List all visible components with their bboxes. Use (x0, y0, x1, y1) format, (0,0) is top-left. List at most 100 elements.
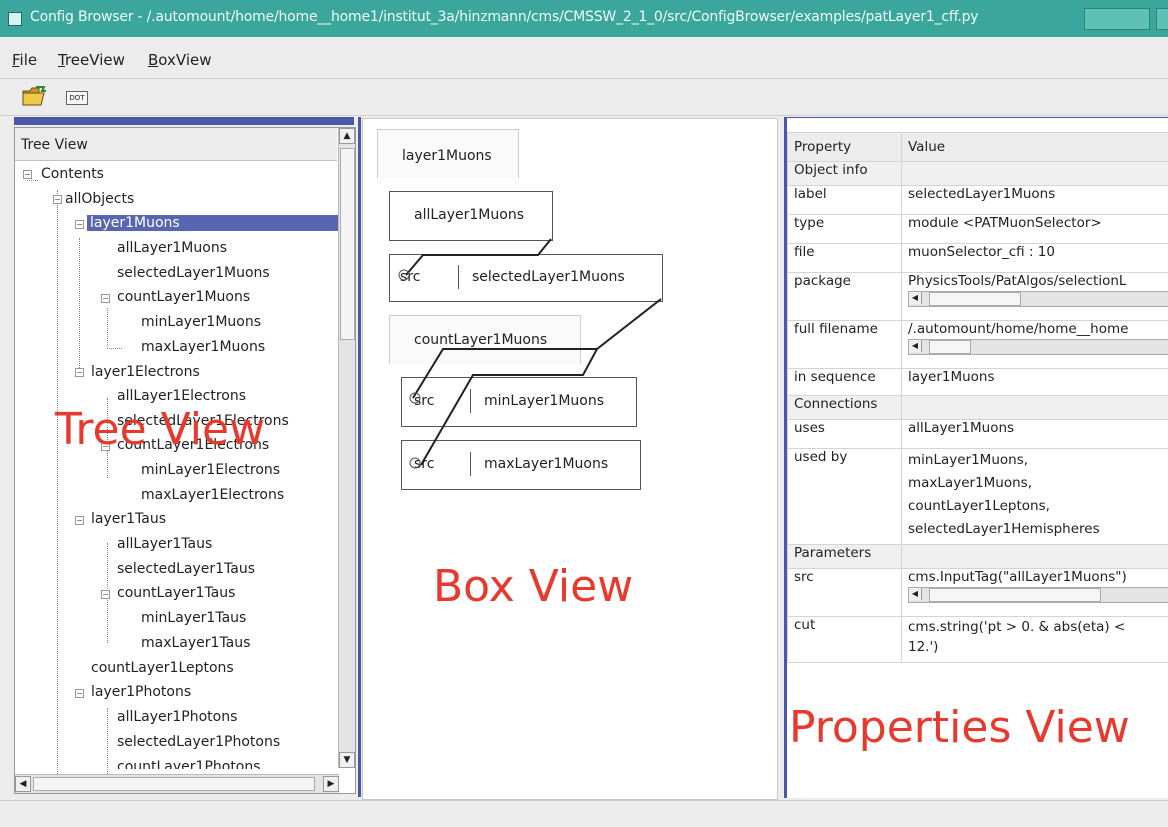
tree-node[interactable]: minLayer1Taus (141, 610, 246, 626)
property-key: uses (788, 420, 902, 449)
tree-node[interactable]: countLayer1Muons (117, 289, 250, 305)
tree-node[interactable]: allLayer1Muons (117, 240, 227, 256)
property-value[interactable]: maxLayer1Muons, (908, 472, 1168, 495)
tree-node[interactable]: maxLayer1Electrons (141, 487, 284, 503)
property-value[interactable]: cms.string('pt > 0. & abs(eta) < (908, 617, 1168, 637)
scrollbar-thumb[interactable] (340, 148, 355, 340)
scroll-left-icon[interactable]: ◀ (909, 588, 922, 600)
tree-view-panel: Tree View − − − − − − − − − Contents all… (14, 127, 356, 794)
scrollbar-thumb[interactable] (929, 292, 1021, 306)
window-title: Config Browser - /.automount/home/home__… (30, 9, 978, 25)
tree-connector (57, 190, 68, 794)
property-key: package (788, 273, 902, 321)
scrollbar-thumb[interactable] (929, 340, 971, 354)
menu-file[interactable]: File (12, 51, 37, 69)
tree-vertical-scrollbar[interactable]: ▲ ▼ (338, 128, 355, 768)
property-value[interactable]: module <PATMuonSelector> (902, 215, 1168, 244)
property-key: src (788, 569, 902, 617)
scroll-left-icon[interactable]: ◀ (909, 340, 922, 352)
tree-node[interactable]: layer1Photons (91, 684, 191, 700)
box-view-overlay-label: Box View (433, 561, 633, 612)
menu-treeview[interactable]: TreeView (58, 51, 125, 69)
tree-expander[interactable]: − (23, 170, 32, 179)
minimize-button[interactable] (1084, 8, 1150, 30)
property-value-cell: PhysicsTools/PatAlgos/selectionL ◀ (902, 273, 1168, 321)
tree-node[interactable]: selectedLayer1Taus (117, 561, 255, 577)
tree-node[interactable]: maxLayer1Taus (141, 635, 250, 651)
tree-node[interactable]: allLayer1Photons (117, 709, 237, 725)
tree-expander[interactable]: − (101, 294, 110, 303)
properties-table: Property Value Object info labelselected… (787, 132, 1168, 663)
scroll-left-icon[interactable]: ◀ (909, 292, 922, 304)
properties-view-panel: Property Value Object info labelselected… (784, 118, 1168, 798)
tree-node[interactable]: countLayer1Leptons (91, 660, 234, 676)
property-value[interactable]: selectedLayer1Muons (902, 186, 1168, 215)
tree-node[interactable]: countLayer1Taus (117, 585, 235, 601)
tree-node[interactable]: minLayer1Muons (141, 314, 261, 330)
column-header-value[interactable]: Value (902, 133, 1168, 162)
property-value[interactable]: cms.InputTag("allLayer1Muons") (908, 569, 1127, 585)
tree-expander[interactable]: − (53, 195, 62, 204)
left-splitter[interactable] (358, 117, 361, 797)
tree-connector (107, 308, 122, 349)
value-scrollbar[interactable]: ◀ (908, 291, 1168, 307)
property-value-cell: cms.string('pt > 0. & abs(eta) < 12.') (902, 617, 1168, 663)
scrollbar-thumb[interactable] (929, 588, 1101, 602)
property-value[interactable]: muonSelector_cfi : 10 (902, 244, 1168, 273)
dot-export-label: DOT (69, 94, 84, 102)
property-value[interactable]: 12.') (908, 637, 1168, 657)
property-value[interactable]: selectedLayer1Hemispheres (908, 518, 1168, 541)
tree-expander[interactable]: − (75, 516, 84, 525)
property-value[interactable]: PhysicsTools/PatAlgos/selectionL (908, 273, 1126, 289)
property-key: file (788, 244, 902, 273)
tree-node[interactable]: allLayer1Electrons (117, 388, 246, 404)
connection-lines (363, 119, 777, 799)
property-value[interactable]: layer1Muons (902, 369, 1168, 396)
tree-expander[interactable]: − (101, 590, 110, 599)
tree-horizontal-scrollbar[interactable]: ◀ ▶ (15, 774, 339, 793)
property-value[interactable]: /.automount/home/home__home (908, 321, 1128, 337)
scroll-down-icon[interactable]: ▼ (339, 752, 355, 768)
column-header-property[interactable]: Property (788, 133, 902, 162)
tree-expander[interactable]: − (75, 689, 84, 698)
tree-node[interactable]: selectedLayer1Photons (117, 734, 280, 750)
tree-expander[interactable]: − (75, 368, 84, 377)
tree-node[interactable]: Contents (41, 166, 104, 182)
value-scrollbar[interactable]: ◀ (908, 339, 1168, 355)
property-key: type (788, 215, 902, 244)
scrollbar-thumb[interactable] (33, 777, 315, 791)
tree-node-selected[interactable]: layer1Muons (87, 215, 338, 231)
tree-view-header-label: Tree View (21, 137, 88, 153)
property-value-cell: /.automount/home/home__home ◀ (902, 321, 1168, 369)
tree-node[interactable]: layer1Electrons (91, 364, 200, 380)
tree-node[interactable]: minLayer1Electrons (141, 462, 280, 478)
box-view-panel: layer1Muons allLayer1Muons src selectedL… (362, 118, 778, 800)
tree-expander[interactable]: − (75, 220, 84, 229)
property-value[interactable]: allLayer1Muons (902, 420, 1168, 449)
tree-node[interactable]: countLayer1Photons (117, 759, 261, 769)
tree-node[interactable]: allObjects (65, 191, 134, 207)
tree-node[interactable]: selectedLayer1Muons (117, 265, 270, 281)
title-bar: Config Browser - /.automount/home/home__… (0, 0, 1168, 37)
tree-node[interactable]: allLayer1Taus (117, 536, 212, 552)
dot-export-icon[interactable]: DOT (66, 91, 88, 105)
section-connections: Connections (788, 396, 902, 420)
property-value[interactable]: countLayer1Leptons, (908, 495, 1168, 518)
tree-connector (79, 238, 94, 368)
property-value-cell: minLayer1Muons, maxLayer1Muons, countLay… (902, 449, 1168, 545)
value-scrollbar[interactable]: ◀ (908, 587, 1168, 603)
property-key: label (788, 186, 902, 215)
folder-open-icon[interactable] (22, 85, 48, 107)
section-object-info: Object info (788, 162, 902, 186)
scroll-left-icon[interactable]: ◀ (15, 776, 31, 792)
scroll-up-icon[interactable]: ▲ (339, 128, 355, 144)
menu-boxview[interactable]: BoxView (148, 51, 212, 69)
scroll-right-icon[interactable]: ▶ (323, 776, 339, 792)
window-menu-icon[interactable] (8, 12, 22, 26)
tree-view-header[interactable]: Tree View (15, 128, 337, 161)
property-value[interactable]: minLayer1Muons, (908, 449, 1168, 472)
tree-node[interactable]: layer1Taus (91, 511, 166, 527)
tree-node[interactable]: maxLayer1Muons (141, 339, 265, 355)
section-parameters: Parameters (788, 545, 902, 569)
maximize-button[interactable] (1156, 8, 1168, 30)
